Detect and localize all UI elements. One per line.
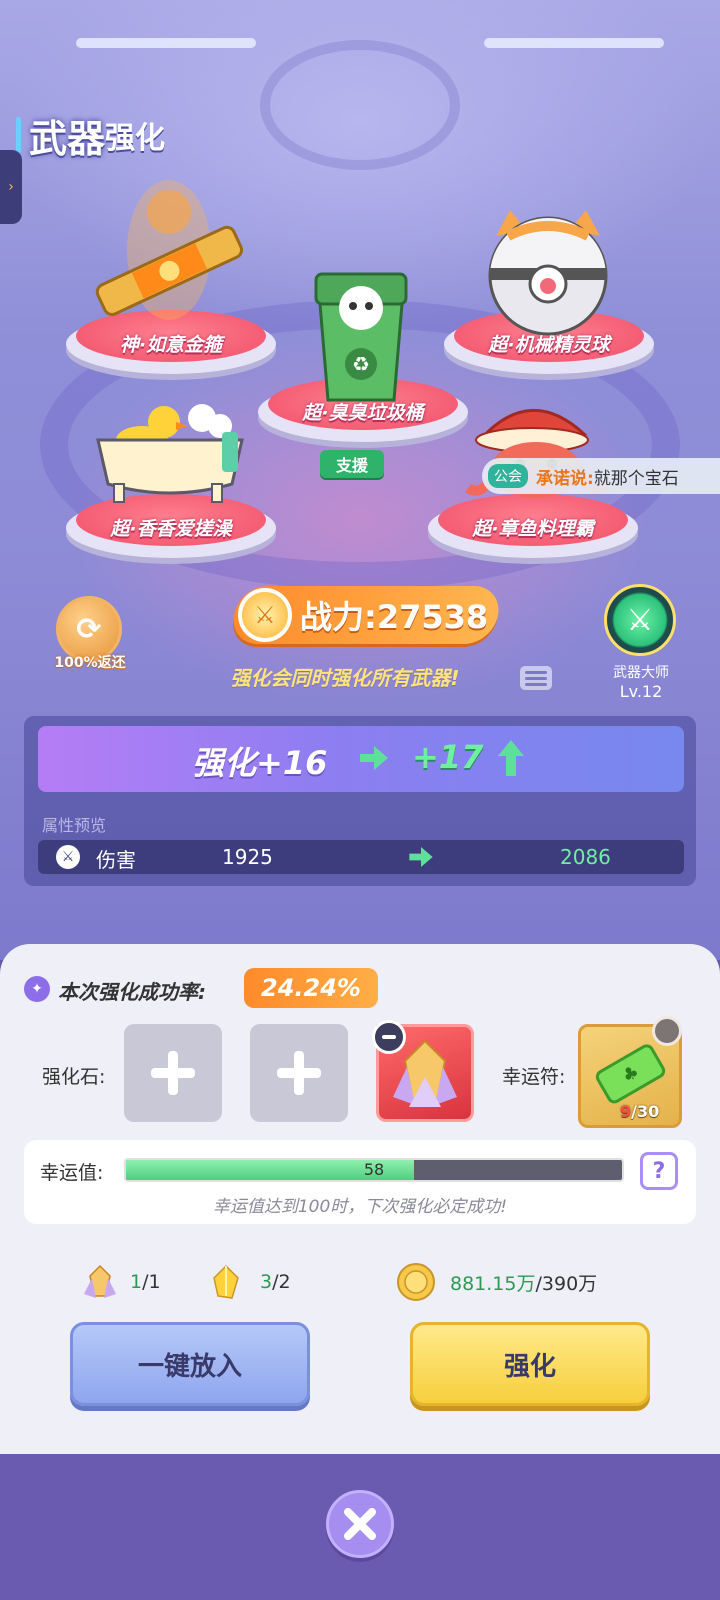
combat-power-label: 战力: [300,598,377,636]
cost-gem-need: /2 [272,1271,291,1293]
title-main: 武器 [29,116,106,161]
luck-hint: 幸运值达到100时，下次强化必定成功! [212,1197,508,1217]
cost-gem-have: 3 [260,1271,273,1293]
weapon-label: 神·如意金箍 [119,334,223,356]
list-icon[interactable] [520,666,552,690]
attribute-row: ⚔ 伤害 1925 2086 [38,840,684,874]
lucky-charm-total: /30 [631,1102,660,1121]
cost-gold-need: /390万 [535,1272,598,1295]
luck-value-label: 幸运值: [40,1162,104,1184]
bathtub-icon [96,404,244,503]
weapon-master-button[interactable]: ⚔ [604,584,676,656]
ceiling-light [76,38,256,48]
enhance-from: 强化+16 [192,744,328,782]
attribute-preview-title: 属性预览 [42,816,107,835]
ceiling-light [484,38,664,48]
coin-icon [397,1263,435,1301]
title-accent-bar [16,117,21,153]
stone-slot-empty[interactable] [250,1024,348,1122]
planet-emblem [260,40,460,170]
close-button[interactable] [326,1490,394,1558]
lucky-charm-label: 幸运符: [502,1066,566,1088]
chat-sender: 承诺说: [536,468,594,489]
minus-icon [382,1035,396,1039]
success-rate-value: 24.24% [244,968,378,1008]
lucky-charm-indicator [652,1016,682,1046]
cost-crystal-need: /1 [142,1271,161,1293]
weapon-master-name: 武器大师 [613,665,669,681]
stone-slot-empty[interactable] [124,1024,222,1122]
cost-gold: 881.15万/390万 [396,1262,597,1302]
power-icon: ⚔ [238,588,292,642]
cost-crystal: 1/1 [80,1262,161,1302]
auto-fill-button[interactable]: 一键放入 [70,1322,310,1406]
weapon-label: 超·香香爱搓澡 [110,518,232,540]
cost-gem: 3/2 [206,1262,291,1302]
help-button[interactable]: ? [640,1152,678,1190]
sword-icon: ⚔ [626,602,654,638]
chat-message: 就那个宝石 [593,468,679,489]
combat-power-value: 27538 [376,598,489,636]
enhance-level-bar: 强化+16 +17 [38,726,684,792]
damage-icon: ⚔ [56,845,80,869]
arrow-right-icon [360,746,388,770]
chevron-right-icon: › [8,179,14,195]
question-icon: ? [652,1158,666,1184]
gem-icon [213,1264,239,1299]
enhance-button[interactable]: 强化 [410,1322,650,1406]
luck-progress-bar: 58 [124,1158,624,1182]
remove-stone-button[interactable] [372,1020,406,1054]
title-sub: 强化 [105,121,166,156]
svg-text:♻: ♻ [352,352,370,376]
crystal-icon [84,1264,116,1298]
trash-can-icon: ♻ [314,272,408,402]
cost-gold-have: 881.15万 [450,1272,536,1295]
lucky-charm-count: 9/30 [620,1102,659,1121]
arrow-right-icon [409,847,433,867]
lucky-charm-current: 9 [620,1102,632,1121]
weapon-master-level: Lv.12 [619,682,663,701]
guild-tag: 公会 [488,464,528,488]
page-title: 武器 强化 [16,112,166,161]
weapon-label: 超·章鱼料理霸 [472,518,594,540]
luck-progress-text: 58 [363,1160,385,1179]
attribute-to: 2086 [560,845,611,869]
side-expand-tab[interactable]: › [0,150,22,224]
guild-chat-ticker[interactable]: 公会 承诺说: 就那个宝石 [482,458,720,494]
close-icon [344,1508,376,1540]
golden-staff-icon [95,180,244,320]
arrow-up-icon [498,740,524,776]
mech-ball-icon [488,210,608,336]
cost-crystal-have: 1 [130,1271,143,1293]
success-rate-label: 本次强化成功率: [58,980,206,1004]
sparkle-icon: ✦ [24,976,50,1002]
attribute-name: 伤害 [96,848,136,872]
plus-icon [277,1051,321,1095]
attribute-from: 1925 [222,845,273,869]
plus-icon [151,1051,195,1095]
stone-label: 强化石: [42,1066,106,1088]
enhance-to: +17 [412,738,484,776]
refresh-icon: ⟳ [76,611,102,647]
combat-power: 战力:27538 [300,592,488,638]
support-badge: 支援 [320,450,384,478]
